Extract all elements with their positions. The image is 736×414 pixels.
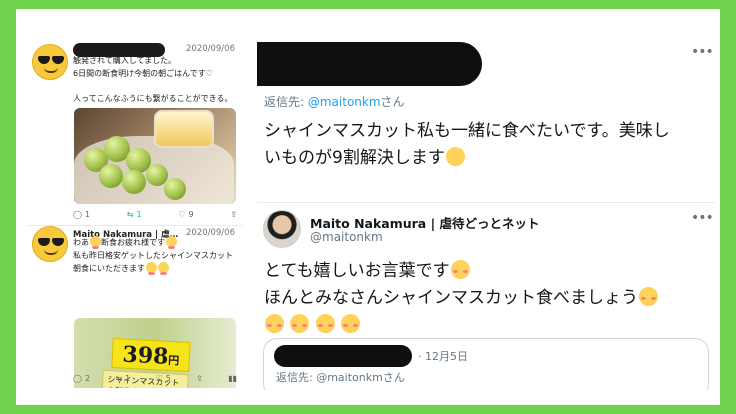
like-button[interactable]: ♡ 5 (156, 372, 171, 384)
reply-to-line: 返信先: @maitonkmさん (264, 95, 405, 109)
avatar[interactable] (263, 210, 301, 248)
redacted-username (257, 42, 482, 86)
like-button[interactable]: ♡ 9 (178, 208, 193, 220)
share-button[interactable]: ⇪ (230, 208, 237, 220)
heart-icon: ♡ (178, 209, 186, 219)
reply-button[interactable]: ◯ 2 (73, 372, 90, 384)
yogurt-cup (154, 110, 214, 148)
share-icon: ⇪ (230, 209, 237, 219)
sunglasses-avatar[interactable] (32, 44, 68, 80)
more-dots-icon[interactable]: ••• (691, 210, 714, 226)
quoted-tweet-date: · 12月5日 (418, 350, 468, 363)
tweet-date: 2020/09/06 (186, 44, 235, 54)
tweet-actions: ◯ 1 ⇆ 1 ♡ 9 ⇪ (73, 208, 237, 220)
retweet-icon: ⇆ (115, 373, 123, 383)
tweet-actions: ◯ 2 ⇆ 1 ♡ 5 ⇪ ▮▮ (73, 372, 237, 384)
reply-tweet-text: シャインマスカット私も一緒に食べたいです。美味し いものが9割解決します (264, 121, 670, 170)
tweet-text: わあ 断食お疲れ様です 私も昨日格安ゲットしたシャインマスカット 朝食にいただきま… (73, 236, 233, 275)
redacted-username (274, 345, 412, 367)
quoted-tweet-card[interactable]: · 12月5日 返信先: @maitonkmさん (263, 338, 709, 390)
reply-to-handle[interactable]: @maitonkm (308, 95, 381, 109)
price-tag: 398円 (111, 337, 191, 373)
reply-icon: ◯ (73, 373, 82, 383)
tweet-header: 2020/09/06 (73, 42, 239, 57)
right-tweet-thread: ••• 返信先: @maitonkmさん シャインマスカット私も一緒に食べたいで… (257, 38, 715, 390)
share-icon: ⇪ (196, 373, 203, 383)
retweet-icon: ⇆ (126, 209, 134, 219)
share-button[interactable]: ⇪ (196, 372, 203, 384)
more-dots-icon[interactable]: ••• (691, 44, 714, 60)
blush-emoji-icon (639, 287, 658, 306)
blush-emoji-icon (341, 314, 361, 333)
tweet-text: 触発されて購入してました。 6日間の断食明け今朝の朝ごはんです♡ 人ってこんなふ… (73, 56, 233, 103)
blush-emoji-icon (290, 314, 310, 333)
retweet-button[interactable]: ⇆ 1 (115, 372, 130, 384)
author-handle[interactable]: @maitonkm (310, 230, 383, 244)
reply-button[interactable]: ◯ 1 (73, 208, 90, 220)
retweet-button[interactable]: ⇆ 1 (127, 208, 142, 220)
quoted-reply-to: 返信先: @maitonkmさん (276, 371, 405, 384)
tweet-divider (257, 202, 715, 203)
analytics-button[interactable]: ▮▮ (228, 372, 237, 384)
blush-emoji-icon (158, 262, 169, 275)
reply-icon: ◯ (73, 209, 82, 219)
analytics-icon: ▮▮ (228, 373, 237, 383)
blush-emoji-icon (166, 236, 177, 249)
blush-emoji-icon (450, 260, 470, 279)
author-tweet-text: とても嬉しいお言葉です ほんとみなさんシャインマスカット食べましょう (264, 258, 658, 339)
blush-emoji-icon (90, 236, 101, 249)
left-tweet-thread: 2020/09/06 触発されて購入してました。 6日間の断食明け今朝の朝ごはん… (26, 38, 243, 388)
grapes-photo[interactable] (74, 108, 236, 204)
blush-emoji-icon (315, 314, 335, 333)
rofl-emoji-icon (442, 143, 468, 170)
blush-emoji-icon (146, 262, 157, 275)
sunglasses-avatar[interactable] (32, 226, 68, 262)
blush-emoji-icon (265, 314, 284, 333)
heart-icon: ♡ (155, 373, 163, 383)
